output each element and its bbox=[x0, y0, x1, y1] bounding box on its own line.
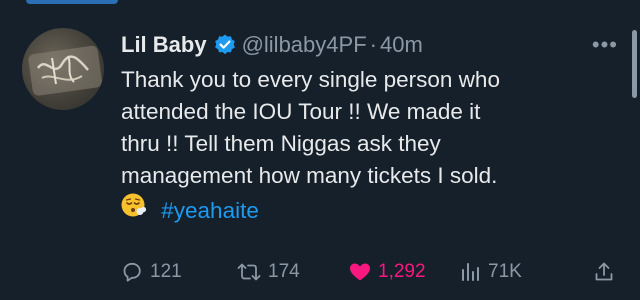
handle[interactable]: @lilbaby4PF bbox=[242, 32, 367, 58]
like-count: 1,292 bbox=[378, 261, 426, 282]
separator-dot: · bbox=[369, 32, 377, 57]
display-name[interactable]: Lil Baby bbox=[121, 32, 207, 58]
share-button[interactable] bbox=[592, 260, 622, 284]
retweet-count: 174 bbox=[268, 261, 300, 282]
tweet-text: Thank you to every single person who att… bbox=[121, 64, 621, 227]
tweet-text-last-line: #yeahaite bbox=[121, 192, 621, 227]
tweet-header: Lil Baby @lilbaby4PF · 40m bbox=[121, 30, 423, 60]
retweet-button[interactable]: 174 bbox=[236, 260, 300, 284]
reply-count: 121 bbox=[150, 261, 182, 282]
more-icon[interactable]: ••• bbox=[592, 34, 618, 56]
verified-badge-icon bbox=[213, 33, 237, 57]
timestamp[interactable]: 40m bbox=[380, 32, 423, 58]
avatar-image bbox=[28, 45, 103, 96]
tweet-text-line: Thank you to every single person who bbox=[121, 67, 500, 92]
like-button[interactable]: 1,292 bbox=[348, 260, 426, 284]
views-button[interactable]: 71K bbox=[460, 260, 522, 284]
action-bar: 121 174 1,292 71K bbox=[118, 260, 628, 288]
retweet-icon bbox=[237, 263, 261, 281]
face-exhaling-emoji-icon bbox=[121, 192, 147, 218]
tweet-text-line: management how many tickets I sold. bbox=[121, 163, 498, 188]
share-icon bbox=[595, 262, 613, 281]
tweet-text-line: thru !! Tell them Niggas ask they bbox=[121, 131, 441, 156]
hashtag-link[interactable]: #yeahaite bbox=[161, 198, 259, 223]
scrollbar[interactable] bbox=[632, 30, 637, 98]
avatar[interactable] bbox=[22, 28, 104, 110]
heart-icon bbox=[350, 263, 370, 281]
views-icon bbox=[462, 263, 479, 281]
reply-button[interactable]: 121 bbox=[120, 260, 182, 284]
reply-icon bbox=[123, 262, 141, 282]
top-strip bbox=[0, 0, 640, 6]
views-count: 71K bbox=[488, 261, 522, 282]
tweet-text-line: attended the IOU Tour !! We made it bbox=[121, 99, 481, 124]
active-tab-indicator bbox=[26, 0, 118, 4]
